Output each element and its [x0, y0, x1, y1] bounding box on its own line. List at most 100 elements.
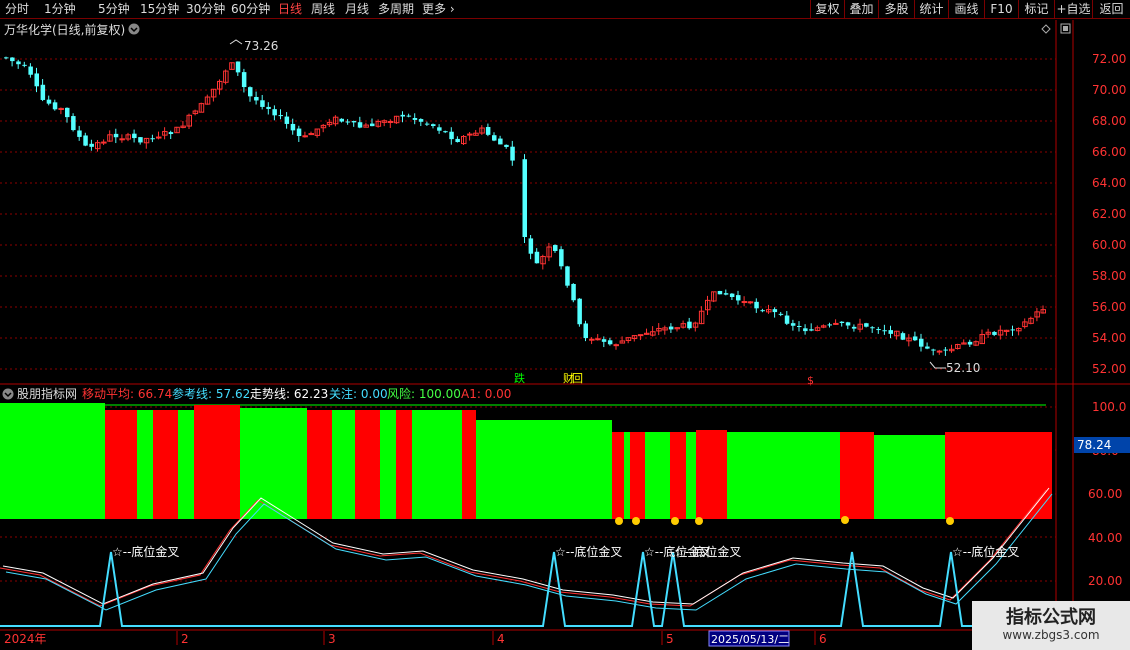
candle-body — [387, 120, 394, 123]
candle-body — [254, 96, 259, 101]
indicator-bar — [630, 432, 645, 519]
candle-body — [919, 338, 924, 347]
candle-body — [302, 135, 308, 138]
candle-body — [345, 121, 351, 123]
candlesticks[interactable] — [4, 56, 1046, 356]
candle-body — [351, 121, 357, 123]
candle-body — [168, 132, 174, 135]
candle-body — [296, 128, 302, 137]
candle-body — [10, 57, 15, 62]
indicator-bar — [945, 432, 1052, 519]
event-markers[interactable]: 跌财回 $ — [514, 371, 814, 387]
candle-body — [119, 138, 125, 141]
candle-body — [65, 107, 70, 118]
indicator-bar — [153, 410, 178, 519]
candle-body — [278, 115, 283, 117]
candle-body — [936, 350, 943, 353]
candle-body — [431, 124, 436, 127]
candle-body — [772, 309, 778, 313]
golden-cross-label: ☆--底位金叉 — [674, 544, 741, 559]
candle-body — [589, 338, 595, 341]
candle-body — [729, 293, 735, 297]
indicator-tick: 40.00 — [1088, 531, 1122, 545]
candle-body — [260, 100, 265, 107]
legend-value: 57.62 — [216, 387, 250, 401]
price-tick: 56.00 — [1092, 300, 1126, 314]
candle-body — [235, 61, 241, 73]
candle-body — [1010, 329, 1015, 331]
candle-body — [888, 330, 893, 334]
candle-body — [89, 143, 94, 147]
candle-body — [723, 293, 729, 295]
stock-chart[interactable]: ☆--底位金叉 ☆--底位金叉 ☆--底位金叉☆--底位金叉 ☆--底位金叉 跌财回 $… — [0, 0, 1130, 650]
window-icon[interactable] — [1060, 23, 1071, 34]
signal-dot — [695, 517, 703, 525]
price-tick: 68.00 — [1092, 114, 1126, 128]
candle-body — [504, 144, 509, 147]
candle-body — [784, 315, 790, 324]
candle-body — [132, 133, 137, 139]
candle-body — [40, 84, 46, 100]
candle-body — [595, 338, 601, 341]
candle-body — [248, 87, 253, 97]
price-axis: 72.00 70.00 68.00 66.00 64.00 62.00 60.0… — [1092, 52, 1126, 376]
indicator-bar — [624, 432, 630, 519]
cursor-date: 2025/05/13/二 — [711, 633, 789, 646]
legend-label: 关注 — [329, 386, 353, 401]
candle-body — [528, 238, 534, 254]
price-grid — [0, 58, 1056, 370]
candle-body — [925, 346, 930, 349]
candle-body — [797, 326, 802, 328]
candle-body — [4, 57, 9, 59]
price-tick: 52.00 — [1092, 362, 1126, 376]
candle-body — [467, 133, 473, 136]
indicator-bar — [686, 432, 696, 519]
candle-body — [113, 133, 119, 138]
candle-body — [485, 126, 491, 135]
candle-body — [912, 336, 918, 341]
chart-title: 万华化学(日线,前复权) — [4, 22, 125, 37]
event-marker: 跌 — [514, 371, 525, 385]
candle-body — [22, 64, 27, 66]
candle-body — [553, 245, 558, 251]
watermark-title: 指标公式网 — [1006, 607, 1096, 628]
candle-body — [565, 266, 570, 286]
candle-body — [931, 349, 936, 351]
candle-body — [717, 290, 723, 295]
date-axis: 2024年 2 3 4 5 6 — [4, 631, 827, 646]
indicator-chevron-down-icon[interactable] — [2, 388, 14, 400]
svg-text:走势线: 62.23: 走势线: 62.23 — [250, 387, 328, 401]
diamond-icon[interactable] — [1041, 24, 1051, 34]
legend-value: 100.00 — [419, 387, 461, 401]
candle-body — [406, 115, 412, 117]
signal-dot — [615, 517, 623, 525]
price-tick: 66.00 — [1092, 145, 1126, 159]
indicator-bar — [380, 410, 396, 519]
candle-body — [803, 328, 808, 332]
candle-body — [46, 99, 52, 104]
candle-body — [637, 334, 644, 337]
date-label: 3 — [328, 632, 336, 646]
indicator-tick: 100.0 — [1092, 400, 1126, 414]
candle-body — [498, 138, 503, 145]
price-tick: 64.00 — [1092, 176, 1126, 190]
candle-body — [864, 323, 869, 327]
chevron-down-icon[interactable] — [128, 23, 140, 35]
svg-text:参考线: 57.62: 参考线: 57.62 — [172, 386, 250, 401]
candle-body — [16, 61, 21, 65]
candle-body — [83, 135, 88, 146]
indicator-bar — [727, 432, 840, 519]
candle-body — [845, 322, 851, 326]
candle-body — [613, 344, 619, 347]
price-tick: 72.00 — [1092, 52, 1126, 66]
indicator-bar — [178, 410, 194, 519]
candle-body — [583, 323, 588, 339]
price-tick: 60.00 — [1092, 238, 1126, 252]
watermark-url: www.zbgs3.com — [1002, 628, 1100, 642]
candle-body — [28, 66, 33, 75]
signal-dot — [632, 517, 640, 525]
legend-value: 66.74 — [138, 387, 172, 401]
legend-value: 0.00 — [485, 387, 512, 401]
indicator-name: 股朋指标网 — [17, 386, 77, 401]
candle-body — [754, 301, 759, 309]
